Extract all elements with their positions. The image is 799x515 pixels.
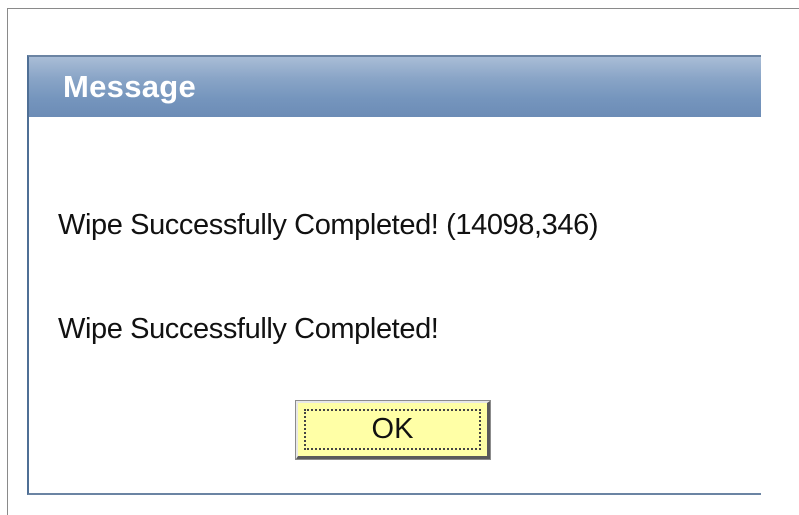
page: Message Wipe Successfully Completed! (14… xyxy=(0,0,799,515)
dialog-body: Wipe Successfully Completed! (14098,346)… xyxy=(29,117,761,493)
ok-button[interactable]: OK xyxy=(295,400,491,460)
ok-button-focus-ring: OK xyxy=(304,409,481,450)
message-dialog: Message Wipe Successfully Completed! (14… xyxy=(27,55,761,495)
message-text-with-code: Wipe Successfully Completed! (14098,346) xyxy=(58,209,599,241)
ok-button-label: OK xyxy=(371,413,414,445)
message-text: Wipe Successfully Completed! xyxy=(58,313,439,345)
dialog-title: Message xyxy=(63,69,197,104)
dialog-header: Message xyxy=(29,57,761,117)
